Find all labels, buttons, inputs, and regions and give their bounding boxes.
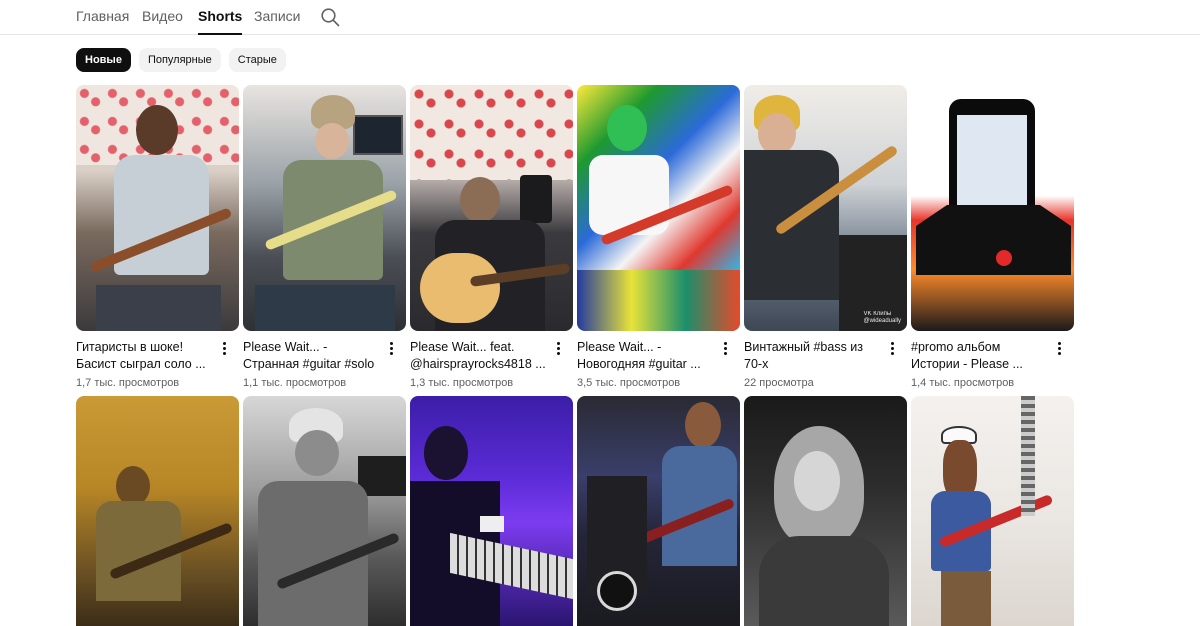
short-card: Please Wait... - Странная #guitar #solo … (243, 85, 406, 391)
short-card: Гитаристы в шоке! Басист сыграл соло ...… (76, 85, 239, 391)
short-thumbnail[interactable] (911, 396, 1074, 626)
short-card: Please Wait... - Новогодняя #guitar ... … (577, 85, 740, 391)
channel-tabs: Главная Видео Shorts Записи (0, 0, 1200, 35)
short-title[interactable]: Please Wait... feat. @hairsprayrocks4818… (410, 339, 550, 373)
view-count: 22 просмотра (744, 377, 814, 389)
view-count: 1,4 тыс. просмотров (911, 377, 1015, 389)
short-thumbnail[interactable] (410, 85, 573, 331)
tab-home[interactable]: Главная (76, 0, 129, 35)
short-thumbnail[interactable] (744, 396, 907, 626)
view-count: 1,7 тыс. просмотров (76, 377, 180, 389)
chip-newest[interactable]: Новые (76, 48, 131, 72)
short-title[interactable]: #promo альбом Истории - Please ... (911, 339, 1051, 373)
short-card: #promo альбом Истории - Please ... 1,4 т… (911, 85, 1074, 391)
short-thumbnail[interactable] (76, 85, 239, 331)
view-count: 1,3 тыс. просмотров (410, 377, 514, 389)
short-title[interactable]: Гитаристы в шоке! Басист сыграл соло ... (76, 339, 216, 373)
chip-popular[interactable]: Популярные (138, 48, 221, 72)
tab-posts[interactable]: Записи (254, 0, 300, 35)
short-thumbnail[interactable] (410, 396, 573, 626)
tab-shorts[interactable]: Shorts (198, 0, 243, 35)
short-thumbnail[interactable] (76, 396, 239, 626)
sort-chips: Новые Популярные Старые (76, 48, 286, 72)
short-title[interactable]: Винтажный #bass из 70-х (744, 339, 884, 373)
short-card (76, 396, 239, 626)
short-card (243, 396, 406, 626)
short-title[interactable]: Please Wait... - Странная #guitar #solo (243, 339, 383, 373)
view-count: 3,5 тыс. просмотров (577, 377, 681, 389)
short-title[interactable]: Please Wait... - Новогодняя #guitar ... (577, 339, 717, 373)
short-card (911, 396, 1074, 626)
vk-clips-watermark: VK Клипы @wideadually (863, 311, 901, 324)
more-options-icon[interactable] (552, 341, 564, 357)
more-options-icon[interactable] (218, 341, 230, 357)
short-card (577, 396, 740, 626)
view-count: 1,1 тыс. просмотров (243, 377, 347, 389)
short-card: Please Wait... feat. @hairsprayrocks4818… (410, 85, 573, 391)
short-thumbnail[interactable] (577, 396, 740, 626)
short-thumbnail[interactable] (577, 85, 740, 331)
more-options-icon[interactable] (385, 341, 397, 357)
more-options-icon[interactable] (886, 341, 898, 357)
tab-videos[interactable]: Видео (142, 0, 183, 35)
short-thumbnail[interactable] (243, 85, 406, 331)
short-thumbnail[interactable] (911, 85, 1074, 331)
search-icon[interactable] (320, 7, 340, 27)
more-options-icon[interactable] (1053, 341, 1065, 357)
short-thumbnail[interactable] (243, 396, 406, 626)
short-card (410, 396, 573, 626)
more-options-icon[interactable] (719, 341, 731, 357)
chip-oldest[interactable]: Старые (228, 48, 286, 72)
short-card: VK Клипы @wideadually Винтажный #bass из… (744, 85, 907, 391)
short-card (744, 396, 907, 626)
short-thumbnail[interactable]: VK Клипы @wideadually (744, 85, 907, 331)
